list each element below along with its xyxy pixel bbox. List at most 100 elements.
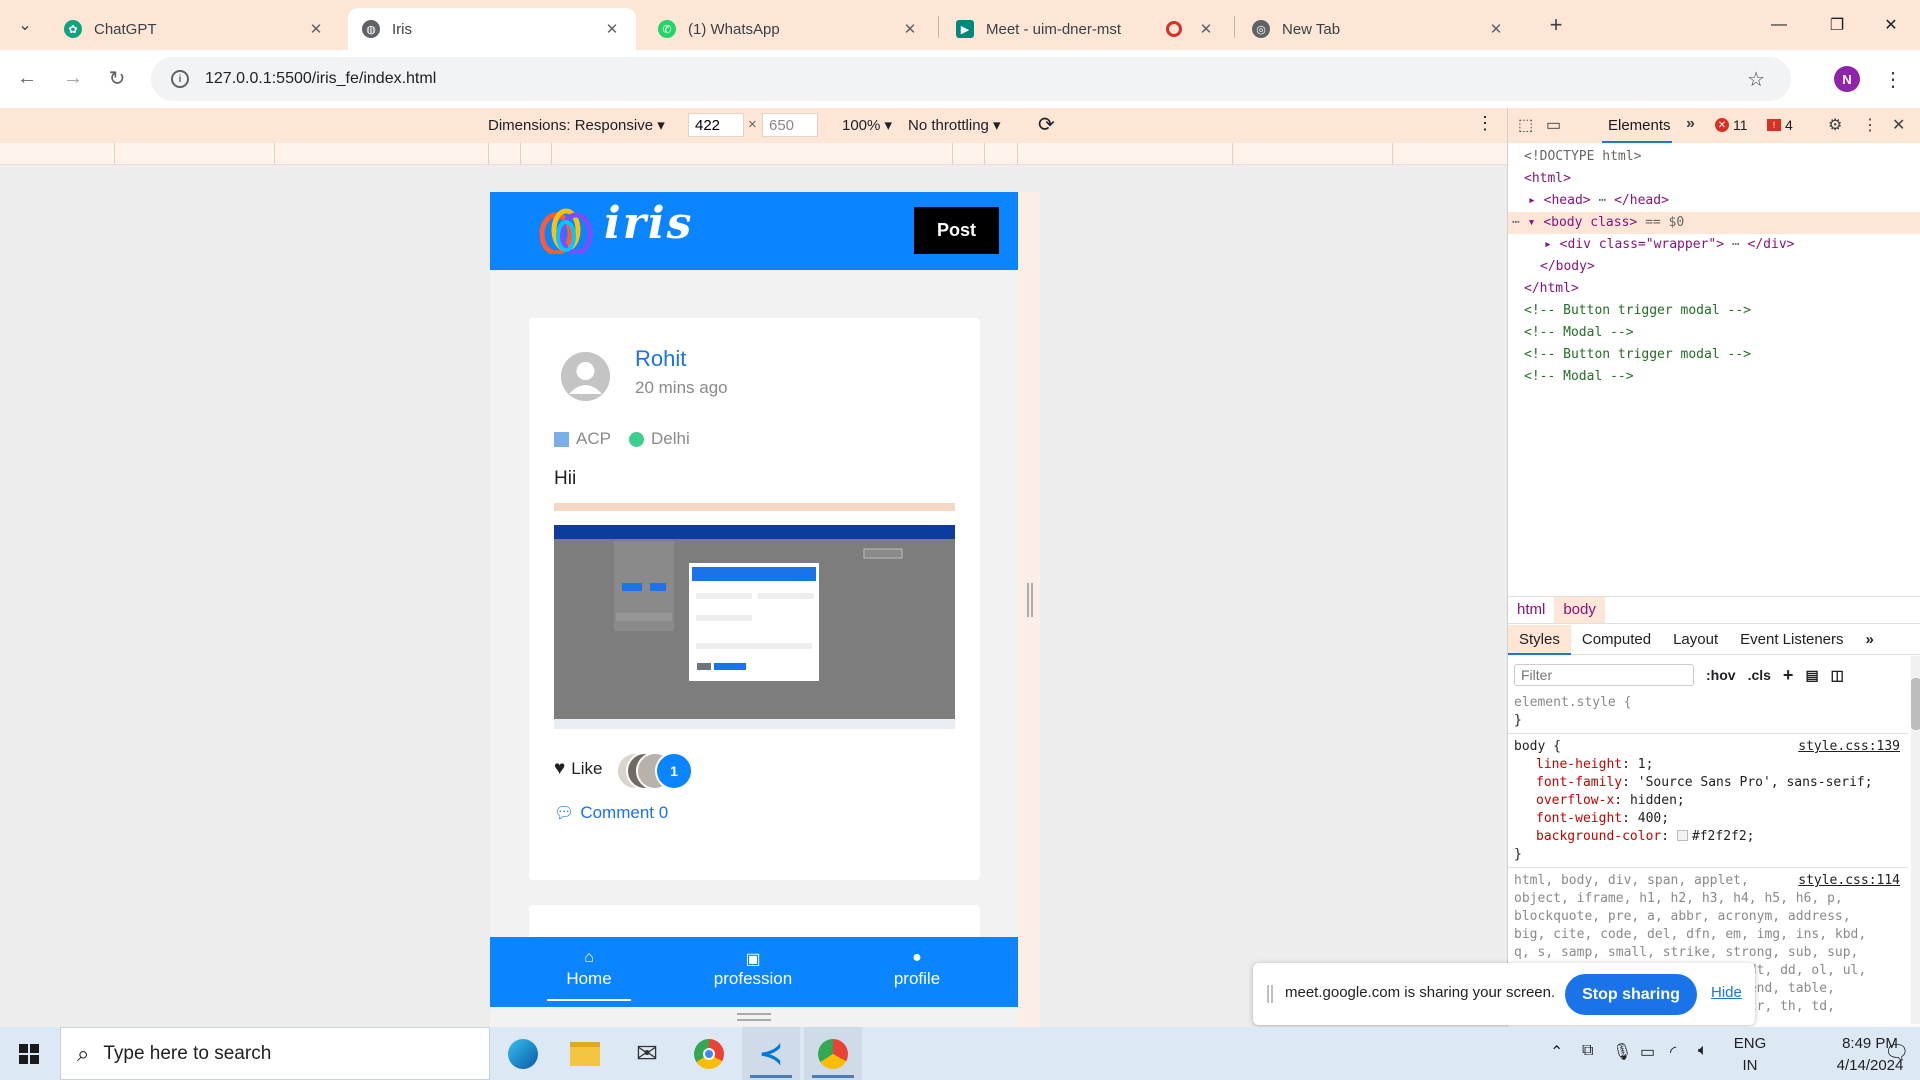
new-tab-button[interactable]: +	[1543, 12, 1569, 38]
post-author[interactable]: Rohit	[635, 346, 686, 372]
dom-doctype[interactable]: <!DOCTYPE html>	[1508, 146, 1920, 168]
close-icon[interactable]: ✕	[306, 20, 326, 38]
forward-icon[interactable]: →	[56, 61, 90, 95]
reload-icon[interactable]: ↻	[100, 61, 134, 95]
hov-toggle[interactable]: :hov	[1706, 667, 1736, 683]
device-height-input[interactable]	[762, 113, 818, 137]
wifi-icon[interactable]: ◜	[1670, 1042, 1676, 1062]
tab-iris[interactable]: ◍ Iris ✕	[348, 8, 636, 50]
more-tabs-icon[interactable]: »	[1686, 115, 1695, 133]
restore-icon[interactable]: ❐	[1808, 0, 1866, 50]
crumb-html[interactable]: html	[1508, 597, 1554, 623]
profile-avatar[interactable]: N	[1834, 66, 1860, 92]
tab-new-tab[interactable]: ◎ New Tab ✕	[1238, 8, 1520, 50]
resize-handle-bottom[interactable]	[737, 1013, 771, 1021]
crumb-body[interactable]: body	[1554, 597, 1605, 623]
more-tabs-icon[interactable]: »	[1855, 625, 1885, 655]
dom-html-close[interactable]: </html>	[1508, 278, 1920, 300]
comment-button[interactable]: 💬︎ Comment 0	[554, 803, 668, 823]
dom-head[interactable]: ▸ <head> ⋯ </head>	[1508, 190, 1920, 212]
scrollbar-thumb[interactable]	[1911, 678, 1920, 730]
dom-html[interactable]: <html>	[1508, 168, 1920, 190]
post-button[interactable]: Post	[914, 207, 999, 254]
element-style-selector[interactable]: element.style {	[1508, 694, 1908, 712]
css-property[interactable]: font-weight: 400;	[1508, 810, 1908, 828]
error-count[interactable]: ✕ 11	[1715, 117, 1748, 133]
nav-home[interactable]: ⌂ Home	[529, 949, 649, 989]
windows-start-icon[interactable]	[8, 1037, 50, 1071]
dom-comment[interactable]: <!-- Modal -->	[1508, 322, 1920, 344]
source-link[interactable]: style.css:139	[1798, 738, 1908, 756]
chrome-profile-icon[interactable]	[804, 1027, 862, 1080]
dom-comment[interactable]: <!-- Button trigger modal -->	[1508, 300, 1920, 322]
device-more-icon[interactable]: ⋮	[1476, 113, 1494, 134]
microphone-icon[interactable]: 🎙︎	[1612, 1042, 1632, 1062]
tab-chatgpt[interactable]: ✿ ChatGPT ✕	[50, 8, 340, 50]
file-explorer-icon[interactable]	[556, 1027, 614, 1080]
vscode-icon[interactable]: ≺	[742, 1027, 800, 1080]
resize-handle-right[interactable]	[1027, 583, 1033, 617]
warning-count[interactable]: ! 4	[1767, 117, 1793, 133]
reset-selector[interactable]: html, body, div, span, applet,	[1514, 873, 1749, 888]
css-property[interactable]: font-family: 'Source Sans Pro', sans-ser…	[1508, 774, 1908, 792]
volume-icon[interactable]: 🔈︎	[1698, 1042, 1708, 1060]
device-width-input[interactable]	[688, 113, 744, 137]
dom-wrapper[interactable]: ▸ <div class="wrapper"> ⋯ </div>	[1508, 234, 1920, 256]
battery-icon[interactable]: ▭	[1640, 1042, 1655, 1062]
url-text[interactable]: 127.0.0.1:5500/iris_fe/index.html	[205, 70, 436, 88]
dimensions-dropdown[interactable]: Dimensions: Responsive ▾	[488, 116, 665, 134]
body-selector[interactable]: body {	[1514, 739, 1561, 754]
back-icon[interactable]: ←	[10, 61, 44, 95]
css-property[interactable]: background-color: #f2f2f2;	[1508, 828, 1908, 846]
css-property[interactable]: overflow-x: hidden;	[1508, 792, 1908, 810]
dom-comment[interactable]: <!-- Modal -->	[1508, 366, 1920, 388]
tray-chevron-icon[interactable]: ⌃	[1550, 1042, 1563, 1062]
device-mode-icon[interactable]: ▭	[1546, 115, 1561, 135]
css-property[interactable]: line-height: 1;	[1508, 756, 1908, 774]
dom-comment[interactable]: <!-- Button trigger modal -->	[1508, 344, 1920, 366]
window-close-icon[interactable]: ✕	[1862, 0, 1920, 50]
paint-icon[interactable]: ▤	[1805, 667, 1818, 684]
browser-menu-icon[interactable]: ⋮	[1880, 66, 1906, 92]
notifications-icon[interactable]: 🗨︎	[1884, 1040, 1909, 1065]
chrome-taskbar-icon[interactable]	[680, 1027, 738, 1080]
minimize-icon[interactable]: —	[1750, 0, 1808, 50]
tab-layout[interactable]: Layout	[1662, 625, 1729, 655]
post-image[interactable]	[554, 503, 955, 729]
add-rule-icon[interactable]: +	[1783, 665, 1794, 686]
color-swatch[interactable]	[1676, 830, 1688, 841]
inspect-icon[interactable]: ⬚	[1518, 115, 1533, 135]
like-count-badge[interactable]: 1	[655, 752, 693, 790]
tab-computed[interactable]: Computed	[1571, 625, 1662, 655]
taskbar-search[interactable]: ⌕ Type here to search	[60, 1027, 490, 1080]
meet-tray-icon[interactable]: ⧉	[1582, 1042, 1593, 1060]
close-icon[interactable]: ✕	[1196, 20, 1216, 38]
stop-sharing-button[interactable]: Stop sharing	[1565, 974, 1697, 1015]
cls-toggle[interactable]: .cls	[1748, 667, 1771, 683]
close-icon[interactable]: ✕	[900, 20, 920, 38]
hide-link[interactable]: Hide	[1711, 984, 1742, 1001]
address-bar[interactable]: i 127.0.0.1:5500/iris_fe/index.html ☆	[151, 57, 1791, 101]
tab-elements[interactable]: Elements	[1608, 117, 1671, 134]
tab-styles[interactable]: Styles	[1508, 624, 1571, 655]
avatar[interactable]	[561, 352, 610, 401]
zoom-dropdown[interactable]: 100% ▾	[842, 116, 892, 134]
devtools-close-icon[interactable]: ✕	[1892, 115, 1905, 135]
nav-profession[interactable]: ▣ profession	[693, 949, 813, 989]
edge-icon[interactable]	[494, 1027, 552, 1080]
sidebar-toggle-icon[interactable]: ◫	[1831, 667, 1844, 684]
close-icon[interactable]: ✕	[1486, 20, 1506, 38]
like-button[interactable]: ♥ Like	[554, 758, 602, 780]
mail-icon[interactable]: ✉	[618, 1027, 676, 1080]
dom-body-close[interactable]: </body>	[1508, 256, 1920, 278]
tab-meet[interactable]: ▶ Meet - uim-dner-mst ✕	[942, 8, 1230, 50]
nav-profile[interactable]: ● profile	[857, 949, 977, 989]
source-link[interactable]: style.css:114	[1798, 872, 1908, 890]
input-language[interactable]: ENG IN	[1730, 1033, 1770, 1077]
dom-body[interactable]: ⋯ ▾ <body class> == $0	[1508, 212, 1920, 234]
tab-search-icon[interactable]: ⌄	[12, 12, 38, 38]
tab-event-listeners[interactable]: Event Listeners	[1729, 625, 1854, 655]
close-icon[interactable]: ✕	[602, 20, 622, 38]
site-info-icon[interactable]: i	[171, 70, 189, 88]
bookmark-star-icon[interactable]: ☆	[1747, 67, 1765, 92]
